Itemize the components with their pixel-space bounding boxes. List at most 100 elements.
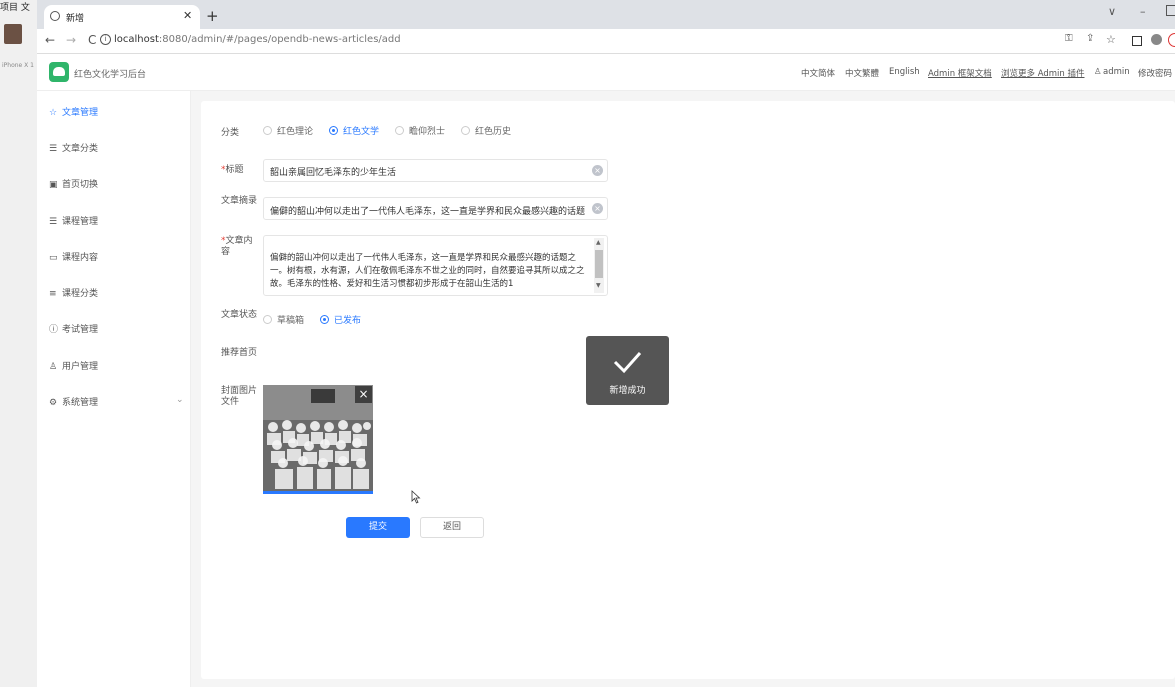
category-option[interactable]: 瞻仰烈士 xyxy=(395,124,445,137)
admin-docs-link[interactable]: Admin 框架文档 xyxy=(928,67,992,79)
sidebar-item-exams[interactable]: ⓘ 考试管理 xyxy=(49,322,98,335)
back-button[interactable]: 返回 xyxy=(420,517,484,538)
clear-icon[interactable]: × xyxy=(592,165,603,176)
list-icon: ☰ xyxy=(49,144,58,154)
update-icon[interactable] xyxy=(1168,33,1175,47)
radio-label: 红色理论 xyxy=(277,127,314,137)
device-label: iPhone X 1 xyxy=(2,62,34,69)
back-icon[interactable]: ← xyxy=(45,33,55,47)
radio-checked-icon xyxy=(329,126,339,135)
category-radio-group: 红色理论 红色文学 瞻仰烈士 红色历史 xyxy=(263,124,527,137)
sidebar-item-label: 文章管理 xyxy=(62,108,99,118)
sidebar-item-label: 用户管理 xyxy=(62,362,99,372)
sidebar-item-courses[interactable]: ☰ 课程管理 xyxy=(49,214,98,227)
status-radio-group: 草稿箱 已发布 xyxy=(263,313,377,326)
category-option[interactable]: 红色历史 xyxy=(461,124,511,137)
bookmark-star-icon[interactable]: ☆ xyxy=(1106,33,1116,46)
url-text[interactable]: localhost:8080/admin/#/pages/opendb-news… xyxy=(114,34,401,45)
globe-icon xyxy=(50,11,60,21)
sidebar-item-articles[interactable]: ☆ 文章管理 xyxy=(49,105,98,118)
info-icon: ⓘ xyxy=(49,325,59,335)
tab-search-icon[interactable]: ∨ xyxy=(1108,5,1116,18)
content-textarea-value: 偏僻的韶山冲何以走出了一代伟人毛泽东，这一直是学界和民众最感兴趣的话题之一。树有… xyxy=(270,253,585,289)
lang-zh-hant-link[interactable]: 中文繁體 xyxy=(845,67,879,79)
toast-text: 新增成功 xyxy=(609,386,646,396)
profile-icon[interactable] xyxy=(1151,34,1162,45)
user-icon: ♙ xyxy=(1094,67,1102,77)
maximize-icon[interactable] xyxy=(1166,5,1175,16)
folder-icon: ▭ xyxy=(49,253,58,263)
status-option[interactable]: 草稿箱 xyxy=(263,313,304,326)
submit-button[interactable]: 提交 xyxy=(346,517,410,538)
content-label-text: 文章内容 xyxy=(221,236,253,257)
sidebar-item-system[interactable]: ⚙ 系统管理 xyxy=(49,395,98,408)
radio-icon xyxy=(263,315,272,324)
summary-label: 文章摘录 xyxy=(221,196,258,206)
sidebar-item-home-switch[interactable]: ▣ 首页切换 xyxy=(49,177,98,190)
star-icon: ☆ xyxy=(49,108,58,118)
minimize-icon[interactable]: – xyxy=(1140,5,1146,18)
change-password-link[interactable]: 修改密码 xyxy=(1138,67,1172,79)
radio-icon xyxy=(461,126,471,135)
category-option[interactable]: 红色理论 xyxy=(263,124,313,137)
sidebar-item-label: 考试管理 xyxy=(62,325,99,335)
user-icon: ♙ xyxy=(49,362,58,372)
checkmark-icon xyxy=(613,352,642,374)
info-icon[interactable]: i xyxy=(100,34,111,45)
cover-label: 封面图片文件 xyxy=(221,386,258,407)
tab-title: 新增 xyxy=(66,14,85,24)
url-host: localhost xyxy=(114,34,159,45)
sidepanel-icon[interactable] xyxy=(1132,36,1142,46)
outer-menu[interactable]: 项目 文 xyxy=(0,0,30,14)
recommend-label: 推荐首页 xyxy=(221,348,258,358)
radio-label: 已发布 xyxy=(334,316,362,326)
scroll-down-icon[interactable]: ▼ xyxy=(596,282,601,289)
radio-label: 红色历史 xyxy=(475,127,512,137)
share-icon[interactable]: ⇪ xyxy=(1086,33,1094,44)
sidebar-item-users[interactable]: ♙ 用户管理 xyxy=(49,359,98,372)
category-option[interactable]: 红色文学 xyxy=(329,124,379,137)
forward-icon[interactable]: → xyxy=(66,33,76,47)
upload-progress-bar xyxy=(263,491,373,494)
radio-icon xyxy=(263,126,272,135)
radio-icon xyxy=(395,126,405,135)
clear-icon[interactable]: × xyxy=(592,203,603,214)
avatar[interactable] xyxy=(4,24,22,44)
remove-image-icon[interactable]: × xyxy=(355,386,372,403)
lang-en-link[interactable]: English xyxy=(889,67,920,77)
status-option[interactable]: 已发布 xyxy=(320,313,361,326)
sidebar-item-label: 课程管理 xyxy=(62,217,99,227)
radio-label: 红色文学 xyxy=(343,127,380,137)
admin-plugins-link[interactable]: 浏览更多 Admin 插件 xyxy=(1001,67,1085,79)
image-icon: ▣ xyxy=(49,180,58,190)
chevron-down-icon[interactable]: ⌄ xyxy=(176,395,184,405)
sidebar-item-label: 首页切换 xyxy=(62,180,99,190)
menu-icon: ≡ xyxy=(49,289,57,299)
title-label-text: 标题 xyxy=(225,165,244,175)
list-icon: ☰ xyxy=(49,217,58,227)
sidebar-item-course-content[interactable]: ▭ 课程内容 xyxy=(49,250,98,263)
close-tab-icon[interactable]: ✕ xyxy=(183,9,192,22)
outer-app-strip xyxy=(0,0,38,687)
reload-icon[interactable]: C xyxy=(88,33,96,47)
radio-checked-icon xyxy=(320,315,330,324)
logo-cloud-icon xyxy=(53,67,65,76)
summary-input-value: 偏僻的韶山冲何以走出了一代伟人毛泽东，这一直是学界和民众最感兴趣的话题 xyxy=(270,207,586,217)
scroll-thumb[interactable] xyxy=(595,250,603,278)
key-icon[interactable]: ⚿ xyxy=(1065,33,1073,44)
url-path: :8080/admin/#/pages/opendb-news-articles… xyxy=(158,34,401,45)
radio-label: 瞻仰烈士 xyxy=(409,127,446,137)
username-link[interactable]: admin xyxy=(1103,67,1130,77)
sidebar-item-label: 文章分类 xyxy=(62,144,99,154)
category-label: 分类 xyxy=(221,128,240,138)
scroll-up-icon[interactable]: ▲ xyxy=(596,239,601,246)
radio-label: 草稿箱 xyxy=(277,316,305,326)
app-title: 红色文化学习后台 xyxy=(74,70,147,80)
new-tab-icon[interactable]: + xyxy=(206,7,219,25)
content-label: *文章内容 xyxy=(221,236,257,258)
lang-zh-hans-link[interactable]: 中文简体 xyxy=(801,67,835,79)
status-label: 文章状态 xyxy=(221,310,258,320)
sidebar-item-article-categories[interactable]: ☰ 文章分类 xyxy=(49,141,98,154)
sidebar-item-course-categories[interactable]: ≡ 课程分类 xyxy=(49,286,98,299)
gear-icon: ⚙ xyxy=(49,398,58,408)
